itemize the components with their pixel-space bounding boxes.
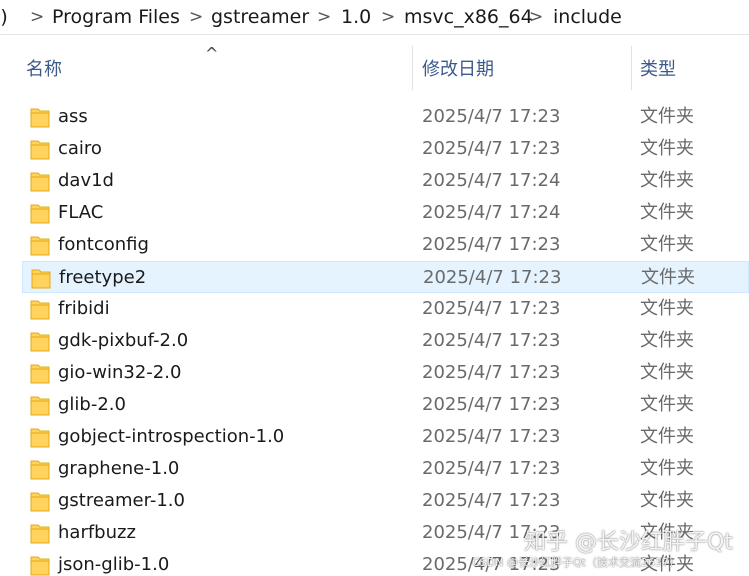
column-type-header[interactable]: 类型 bbox=[640, 58, 676, 82]
column-header: ^ 名称 修改日期 类型 bbox=[0, 46, 749, 94]
column-divider[interactable] bbox=[631, 46, 632, 90]
file-modified-date: 2025/4/7 17:23 bbox=[422, 234, 561, 255]
breadcrumb-msvc[interactable]: msvc_x86_64 bbox=[404, 5, 533, 29]
list-item[interactable]: gobject-introspection-1.0 2025/4/7 17:23 文… bbox=[22, 421, 749, 453]
list-item[interactable]: fontconfig 2025/4/7 17:23 文件夹 bbox=[22, 229, 749, 261]
file-type: 文件夹 bbox=[640, 138, 694, 159]
address-bar[interactable]: :) > Program Files > gstreamer > 1.0 > m… bbox=[0, 0, 749, 35]
folder-icon bbox=[30, 300, 50, 320]
folder-icon bbox=[30, 236, 50, 256]
list-item[interactable]: ass 2025/4/7 17:23 文件夹 bbox=[22, 101, 749, 133]
folder-icon bbox=[30, 172, 50, 192]
file-type: 文件夹 bbox=[640, 362, 694, 383]
file-name: gio-win32-2.0 bbox=[58, 362, 182, 383]
file-name: gstreamer-1.0 bbox=[58, 490, 185, 511]
list-item[interactable]: graphene-1.0 2025/4/7 17:23 文件夹 bbox=[22, 453, 749, 485]
file-type: 文件夹 bbox=[640, 458, 694, 479]
file-modified-date: 2025/4/7 17:23 bbox=[422, 426, 561, 447]
watermark-zhihu: 知乎 @长沙红胖子Qt bbox=[524, 530, 733, 555]
chevron-right-icon[interactable]: > bbox=[381, 5, 395, 29]
file-modified-date: 2025/4/7 17:24 bbox=[422, 202, 561, 223]
file-name: FLAC bbox=[58, 202, 104, 223]
chevron-right-icon[interactable]: > bbox=[529, 5, 543, 29]
file-name: json-glib-1.0 bbox=[58, 554, 170, 575]
file-type: 文件夹 bbox=[640, 426, 694, 447]
file-modified-date: 2025/4/7 17:24 bbox=[422, 170, 561, 191]
folder-icon bbox=[30, 140, 50, 160]
watermark-csdn: CSDN @长沙红胖子Qt（技术交流2637） bbox=[472, 556, 680, 569]
list-item[interactable]: glib-2.0 2025/4/7 17:23 文件夹 bbox=[22, 389, 749, 421]
chevron-right-icon[interactable]: > bbox=[30, 5, 44, 29]
file-type: 文件夹 bbox=[641, 267, 695, 288]
file-list[interactable]: ass 2025/4/7 17:23 文件夹 cairo 2025/4/7 17:23 文… bbox=[0, 100, 749, 576]
file-name: fribidi bbox=[58, 298, 110, 319]
file-type: 文件夹 bbox=[640, 202, 694, 223]
folder-icon bbox=[30, 556, 50, 576]
folder-icon bbox=[30, 332, 50, 352]
sort-ascending-icon: ^ bbox=[205, 44, 219, 63]
breadcrumb-include[interactable]: include bbox=[553, 5, 622, 29]
file-modified-date: 2025/4/7 17:23 bbox=[422, 394, 561, 415]
list-item[interactable]: fribidi 2025/4/7 17:23 文件夹 bbox=[22, 293, 749, 325]
file-type: 文件夹 bbox=[640, 298, 694, 319]
list-item[interactable]: cairo 2025/4/7 17:23 文件夹 bbox=[22, 133, 749, 165]
folder-icon bbox=[30, 204, 50, 224]
file-name: dav1d bbox=[58, 170, 114, 191]
list-item[interactable]: freetype2 2025/4/7 17:23 文件夹 bbox=[22, 261, 749, 293]
file-type: 文件夹 bbox=[640, 330, 694, 351]
column-date-header[interactable]: 修改日期 bbox=[422, 58, 494, 82]
list-item[interactable]: gdk-pixbuf-2.0 2025/4/7 17:23 文件夹 bbox=[22, 325, 749, 357]
chevron-right-icon[interactable]: > bbox=[317, 5, 331, 29]
file-modified-date: 2025/4/7 17:23 bbox=[422, 298, 561, 319]
file-modified-date: 2025/4/7 17:23 bbox=[423, 267, 562, 288]
folder-icon bbox=[31, 269, 51, 289]
chevron-right-icon[interactable]: > bbox=[189, 5, 203, 29]
folder-icon bbox=[30, 108, 50, 128]
file-type: 文件夹 bbox=[640, 394, 694, 415]
file-name: gdk-pixbuf-2.0 bbox=[58, 330, 189, 351]
breadcrumb-gstreamer[interactable]: gstreamer bbox=[211, 5, 309, 29]
folder-icon bbox=[30, 460, 50, 480]
file-name: graphene-1.0 bbox=[58, 458, 180, 479]
file-name: glib-2.0 bbox=[58, 394, 126, 415]
file-type: 文件夹 bbox=[640, 234, 694, 255]
file-type: 文件夹 bbox=[640, 106, 694, 127]
folder-icon bbox=[30, 396, 50, 416]
list-item[interactable]: dav1d 2025/4/7 17:24 文件夹 bbox=[22, 165, 749, 197]
file-name: fontconfig bbox=[58, 234, 149, 255]
file-modified-date: 2025/4/7 17:23 bbox=[422, 362, 561, 383]
file-modified-date: 2025/4/7 17:23 bbox=[422, 330, 561, 351]
folder-icon bbox=[30, 492, 50, 512]
file-name: ass bbox=[58, 106, 88, 127]
folder-icon bbox=[30, 524, 50, 544]
file-type: 文件夹 bbox=[640, 490, 694, 511]
list-item[interactable]: FLAC 2025/4/7 17:24 文件夹 bbox=[22, 197, 749, 229]
list-item[interactable]: gio-win32-2.0 2025/4/7 17:23 文件夹 bbox=[22, 357, 749, 389]
file-name: gobject-introspection-1.0 bbox=[58, 426, 285, 447]
folder-icon bbox=[30, 364, 50, 384]
file-name: freetype2 bbox=[59, 267, 147, 288]
breadcrumb-program-files[interactable]: Program Files bbox=[52, 5, 180, 29]
folder-icon bbox=[30, 428, 50, 448]
breadcrumb-version[interactable]: 1.0 bbox=[341, 5, 371, 29]
column-name-header[interactable]: 名称 bbox=[26, 58, 62, 82]
file-modified-date: 2025/4/7 17:23 bbox=[422, 458, 561, 479]
list-item[interactable]: gstreamer-1.0 2025/4/7 17:23 文件夹 bbox=[22, 485, 749, 517]
file-type: 文件夹 bbox=[640, 170, 694, 191]
file-modified-date: 2025/4/7 17:23 bbox=[422, 138, 561, 159]
file-name: cairo bbox=[58, 138, 102, 159]
breadcrumb-drive[interactable]: :) bbox=[0, 5, 8, 29]
file-name: harfbuzz bbox=[58, 522, 136, 543]
file-modified-date: 2025/4/7 17:23 bbox=[422, 490, 561, 511]
column-divider[interactable] bbox=[412, 46, 413, 90]
file-modified-date: 2025/4/7 17:23 bbox=[422, 106, 561, 127]
